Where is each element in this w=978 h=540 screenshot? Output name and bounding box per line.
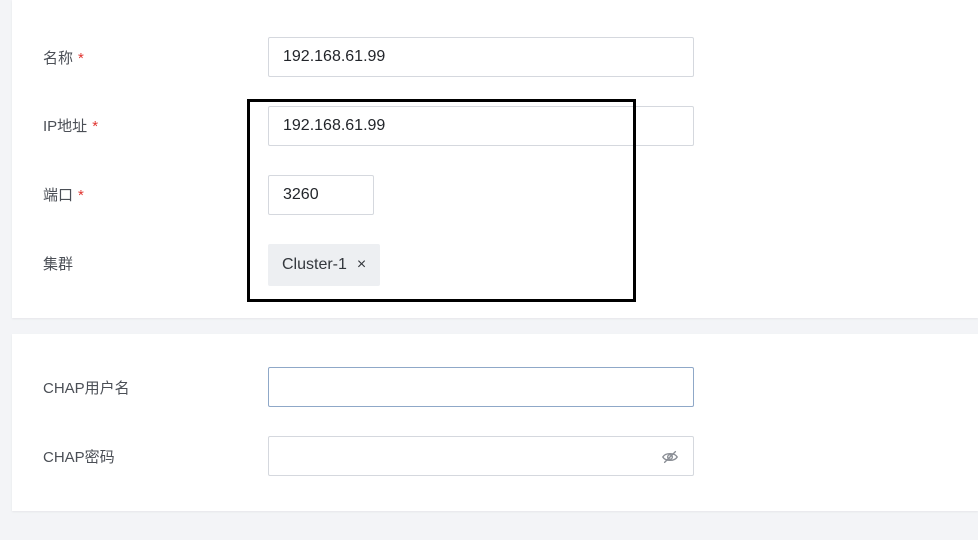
- required-mark: *: [78, 187, 84, 204]
- port-label: 端口 *: [43, 186, 84, 206]
- ip-address-label-text: IP地址: [43, 118, 88, 135]
- required-mark: *: [92, 118, 99, 135]
- port-input[interactable]: 3260: [268, 175, 374, 215]
- chap-password-input[interactable]: [268, 436, 694, 476]
- required-mark: *: [78, 50, 84, 67]
- chap-username-input[interactable]: [268, 367, 694, 407]
- chap-password-label: CHAP密码: [43, 449, 115, 466]
- cluster-tag: Cluster-1 ×: [268, 244, 381, 286]
- name-label-text: 名称: [43, 50, 74, 67]
- cluster-tag-label: Cluster-1: [282, 256, 347, 273]
- chap-username-label: CHAP用户名: [43, 380, 130, 397]
- close-icon[interactable]: ×: [357, 244, 366, 286]
- cluster-label: 集群: [43, 255, 73, 275]
- name-input[interactable]: 192.168.61.99: [268, 37, 694, 77]
- eye-slash-icon[interactable]: [661, 448, 679, 466]
- ip-address-label: IP地址 *: [43, 117, 98, 137]
- ip-address-input[interactable]: 192.168.61.99: [268, 106, 694, 146]
- basic-info-card: 名称 * 192.168.61.99 IP地址 * 192.168.61.99 端口…: [12, 0, 978, 318]
- cluster-label-text: 集群: [43, 256, 74, 273]
- chap-auth-card: CHAP用户名 CHAP密码: [12, 334, 978, 511]
- port-label-text: 端口: [43, 187, 74, 204]
- name-label: 名称 *: [43, 49, 84, 69]
